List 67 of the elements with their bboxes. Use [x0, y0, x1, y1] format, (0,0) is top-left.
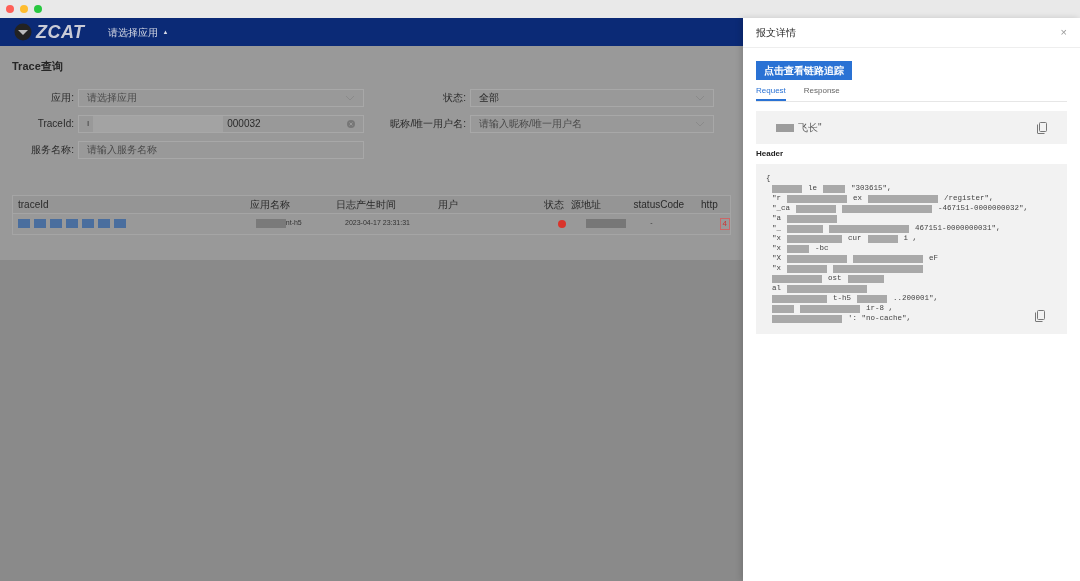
- close-button[interactable]: ×: [1060, 27, 1067, 38]
- field-placeholder: 请选择应用: [87, 91, 138, 105]
- redacted-block: [787, 265, 827, 273]
- redacted-block: [50, 219, 62, 228]
- column-header: 用户: [437, 197, 459, 212]
- redacted-block: [255, 219, 286, 228]
- drawer-title: 报文详情: [756, 26, 796, 40]
- redacted-block: [772, 275, 822, 283]
- window-control-button[interactable]: [6, 5, 14, 13]
- section-label: Header: [756, 148, 785, 160]
- window-control-button[interactable]: [20, 5, 28, 13]
- cat-logo-icon: [14, 23, 32, 41]
- field-placeholder: 请输入服务名称: [87, 143, 158, 157]
- redacted-block: [853, 255, 923, 263]
- column-header: 日志产生时间: [336, 197, 398, 212]
- column-header: 应用名称: [249, 197, 291, 212]
- column-header: 状态: [543, 197, 565, 212]
- redacted-block: [868, 195, 939, 203]
- redacted-block: [18, 219, 30, 228]
- filter-label: 昵称/唯一用户名:: [389, 117, 467, 131]
- filter-label: TraceId:: [36, 117, 75, 131]
- copy-icon[interactable]: [1035, 310, 1045, 322]
- redacted-block: [800, 305, 860, 313]
- redacted-block: [847, 275, 884, 283]
- filter-field[interactable]: 请选择应用: [78, 88, 364, 107]
- http-tag: 4: [719, 217, 730, 230]
- redacted-block: [772, 295, 827, 303]
- field-value: 000032: [227, 117, 262, 131]
- redacted-block: [823, 185, 845, 193]
- tab[interactable]: Request: [756, 82, 786, 101]
- column-header: 源地址: [570, 197, 602, 212]
- redacted-block: [82, 219, 94, 228]
- tab[interactable]: Response: [803, 82, 840, 101]
- window-control-button[interactable]: [34, 5, 42, 13]
- redacted-block: [114, 219, 126, 228]
- redacted-block: [787, 255, 847, 263]
- redacted-block: [776, 123, 794, 132]
- redacted-block: [787, 195, 847, 203]
- body-text: 飞长": [798, 121, 823, 135]
- column-header: traceId: [18, 197, 50, 212]
- filter-label: 服务名称:: [30, 143, 75, 157]
- redacted-block: [66, 219, 78, 228]
- redacted-block: [34, 219, 46, 228]
- filter-label: 状态:: [442, 91, 467, 105]
- column-header: statusCode: [633, 197, 686, 212]
- redacted-block: [796, 205, 836, 213]
- redacted-block: [585, 219, 626, 228]
- clear-icon[interactable]: [347, 119, 355, 128]
- redacted-block: [787, 215, 837, 223]
- page-title: Trace查询: [12, 59, 64, 74]
- redacted-block: [772, 315, 842, 323]
- column-header: http: [701, 197, 719, 212]
- filter-field[interactable]: 全部: [470, 88, 714, 107]
- redacted-block: [787, 225, 823, 233]
- redacted-block: [772, 185, 802, 193]
- filter-field[interactable]: 请输入服务名称: [78, 140, 364, 159]
- redacted-block: [867, 235, 898, 243]
- field-value: 全部: [479, 91, 500, 105]
- redacted-block: [98, 219, 110, 228]
- redacted-block: [787, 235, 842, 243]
- filter-label: 应用:: [50, 91, 75, 105]
- logo-text: ZCAT: [36, 20, 85, 44]
- redacted-block: [857, 295, 887, 303]
- redacted-block: [787, 245, 809, 253]
- copy-icon[interactable]: [1037, 121, 1047, 134]
- trace-button[interactable]: 点击查看链路追踪: [756, 61, 852, 80]
- redacted-block: [772, 305, 794, 313]
